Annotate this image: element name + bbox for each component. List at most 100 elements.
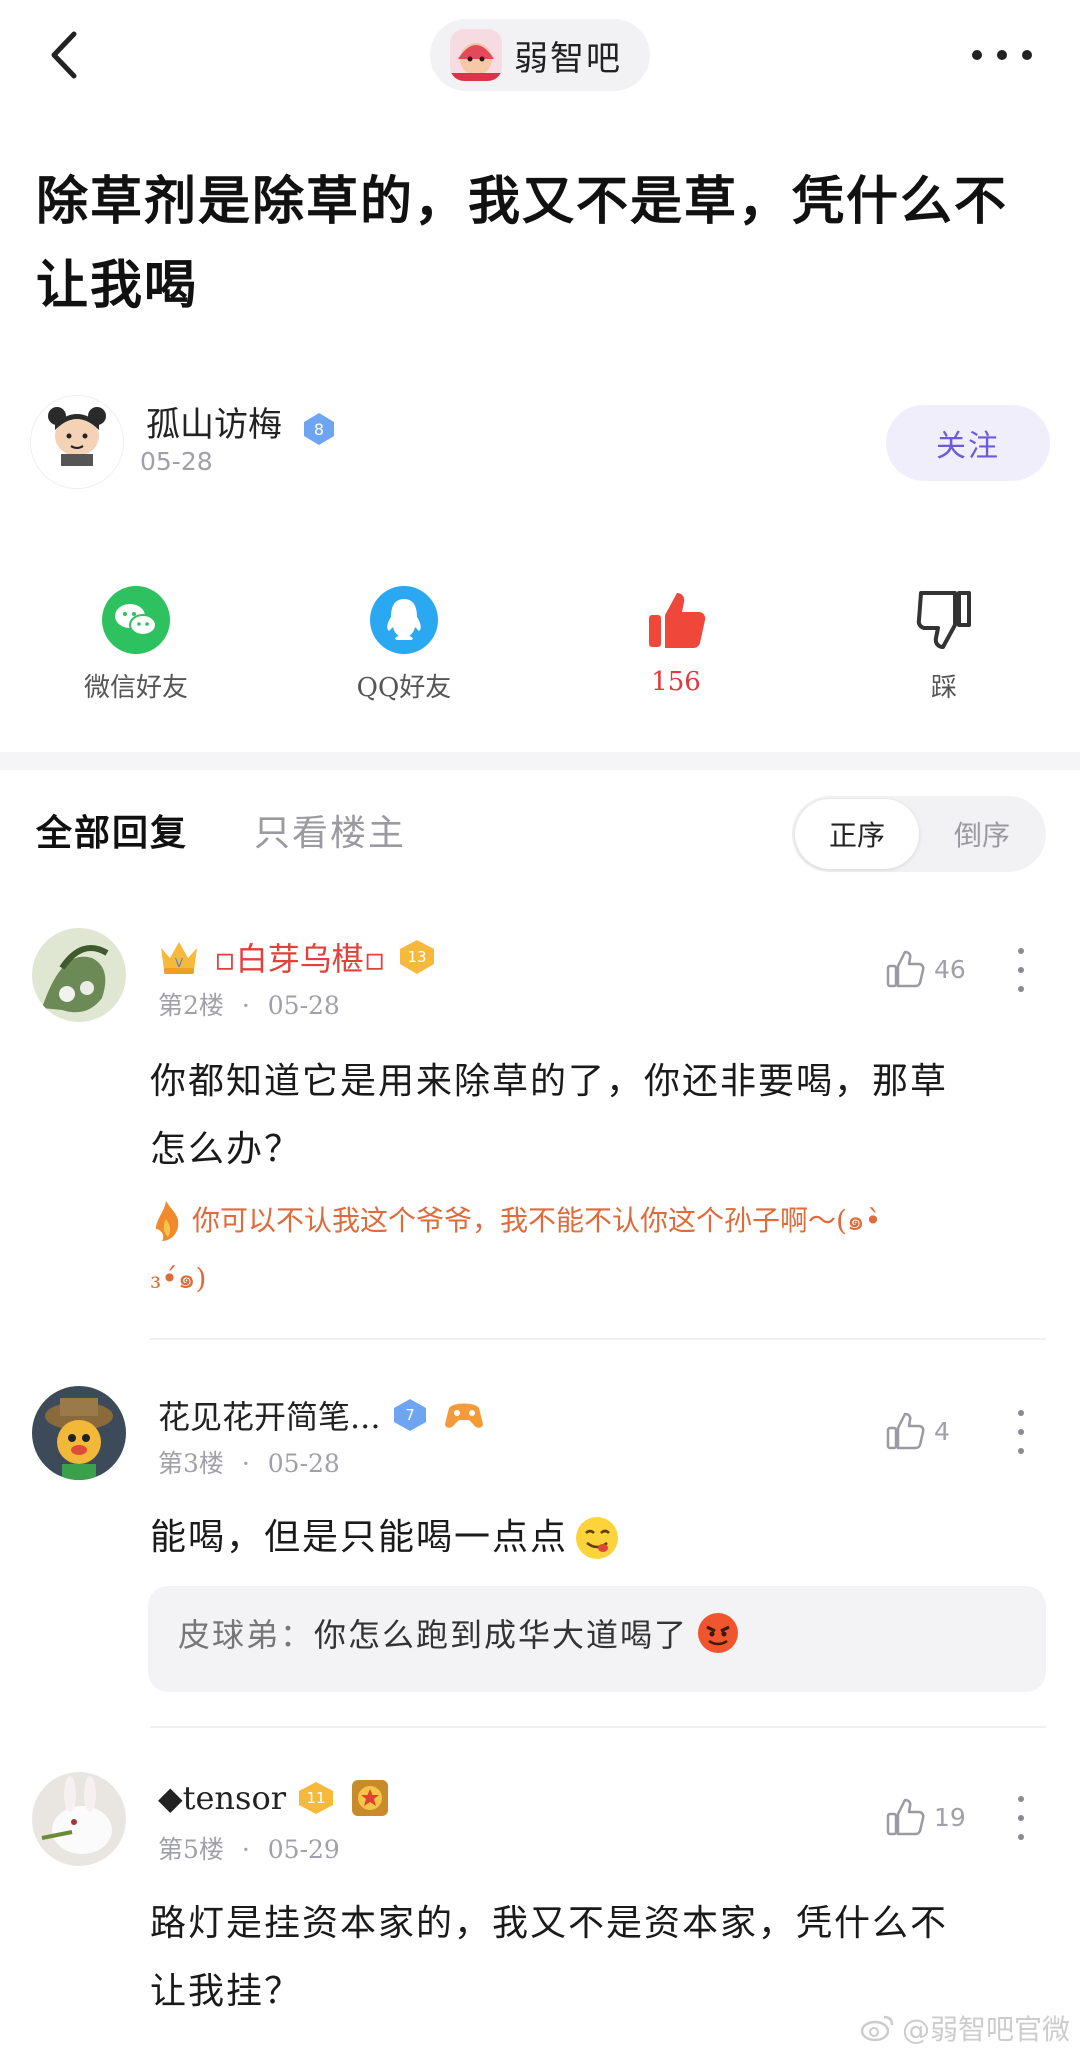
- comment-signature: 你可以不认我这个爷爷，我不能不认你这个孙子啊～(๑•̀ ₃•́๑): [150, 1192, 1030, 1308]
- comment-more-icon[interactable]: [1016, 1410, 1026, 1454]
- author-name-text: 孤山访梅: [146, 405, 282, 445]
- sub-reply-user: 皮球弟：: [178, 1616, 315, 1654]
- comment-more-icon[interactable]: [1016, 948, 1026, 992]
- forum-pill[interactable]: 弱智吧: [430, 19, 650, 91]
- comment-date: 05-28: [267, 1449, 340, 1478]
- level-badge-icon: 13: [397, 938, 437, 976]
- level-badge-icon: 7: [391, 1397, 429, 1433]
- comment-meta: 第2楼 · 05-28: [158, 991, 340, 1020]
- forum-avatar-icon: [450, 29, 502, 81]
- level-badge-icon: 11: [296, 1780, 336, 1816]
- like-count: 156: [651, 667, 701, 697]
- crown-badge-icon: V: [158, 938, 200, 976]
- comment-more-icon[interactable]: [1016, 1796, 1026, 1840]
- top-bar: 弱智吧: [0, 0, 1080, 110]
- author-name[interactable]: 孤山访梅 8: [146, 397, 337, 447]
- comment-author[interactable]: V ▫白芽乌椹▫ 13: [158, 934, 437, 980]
- comment-date: 05-28: [267, 991, 340, 1020]
- comment-author-name: 花见花开简笔...: [158, 1398, 381, 1436]
- comment-meta: 第3楼 · 05-28: [158, 1449, 340, 1478]
- comment-item: 花见花开简笔... 7 第3楼 · 05-28 4 能喝，但是只能喝一点点 皮球…: [0, 1386, 1080, 1728]
- author-avatar[interactable]: [30, 395, 124, 489]
- thumbs-up-icon: [886, 1798, 925, 1836]
- comment-like-count: 19: [934, 1802, 966, 1832]
- comment-like-button[interactable]: 4: [884, 1410, 950, 1452]
- comment-like-count: 46: [934, 954, 966, 984]
- tab-all-replies[interactable]: 全部回复: [36, 804, 188, 856]
- share-qq[interactable]: QQ好友: [304, 585, 504, 704]
- comment-body: 路灯是挂资本家的，我又不是资本家，凭什么不 让我挂？: [150, 1890, 948, 2026]
- share-row: 微信好友 QQ好友 156 踩: [0, 585, 1080, 715]
- weibo-logo-icon: [860, 2013, 896, 2043]
- comment-body-line: 你都知道它是用来除草的了，你还非要喝，那草: [150, 1061, 949, 1102]
- thumbs-up-filled-icon: [641, 585, 711, 655]
- comment-avatar[interactable]: [32, 1772, 126, 1866]
- comment-author[interactable]: 花见花开简笔... 7: [158, 1392, 485, 1438]
- game-badge-icon: [443, 1398, 485, 1432]
- star-medal-icon: [350, 1778, 390, 1818]
- comment-avatar[interactable]: [32, 1386, 126, 1480]
- comment-like-count: 4: [934, 1416, 950, 1446]
- svg-text:7: 7: [405, 1406, 415, 1424]
- comment-author[interactable]: ◆tensor 11: [158, 1778, 390, 1818]
- share-wechat-label: 微信好友: [83, 673, 188, 703]
- comment-body: 你都知道它是用来除草的了，你还非要喝，那草 怎么办？: [150, 1048, 948, 1184]
- forum-name: 弱智吧: [514, 38, 622, 79]
- qq-icon: [369, 585, 439, 655]
- level-badge-icon: 8: [301, 407, 337, 447]
- reply-tabs: 全部回复 只看楼主 正序 倒序: [0, 790, 1080, 872]
- comment-avatar[interactable]: [32, 928, 126, 1022]
- signature-line: ₃•́๑): [150, 1262, 207, 1295]
- comment-body-line: 能喝，但是只能喝一点点: [150, 1517, 569, 1558]
- back-icon[interactable]: [40, 22, 96, 88]
- flame-icon: [150, 1199, 182, 1243]
- svg-text:8: 8: [314, 420, 324, 439]
- sort-asc-button[interactable]: 正序: [795, 799, 919, 869]
- watermark-text: @弱智吧官微: [901, 2013, 1070, 2046]
- follow-button[interactable]: 关注: [886, 405, 1050, 481]
- watermark: @弱智吧官微: [860, 2008, 1070, 2048]
- comment-body-line: 怎么办？: [150, 1129, 303, 1170]
- signature-line: 你可以不认我这个爷爷，我不能不认你这个孙子啊～(๑•̀: [192, 1204, 882, 1237]
- comment-body: 能喝，但是只能喝一点点: [150, 1504, 620, 1572]
- svg-text:V: V: [175, 956, 184, 970]
- comment-like-button[interactable]: 19: [884, 1796, 966, 1838]
- comment-separator: [150, 1338, 1046, 1340]
- comment-author-name: ◆tensor: [158, 1779, 286, 1817]
- devil-emoji-icon: [696, 1611, 740, 1655]
- floor-number: 第5楼: [158, 1835, 224, 1864]
- sort-toggle: 正序 倒序: [792, 796, 1046, 872]
- svg-text:13: 13: [408, 948, 427, 966]
- share-qq-label: QQ好友: [356, 673, 452, 703]
- comment-date: 05-29: [267, 1835, 340, 1864]
- floor-number: 第3楼: [158, 1449, 224, 1478]
- comment-body-line: 让我挂？: [150, 1971, 303, 2012]
- thumbs-up-icon: [886, 1412, 925, 1450]
- dislike-button[interactable]: 踩: [844, 585, 1044, 704]
- wechat-icon: [101, 585, 171, 655]
- more-options-icon[interactable]: [972, 40, 1032, 70]
- comment-body-line: 路灯是挂资本家的，我又不是资本家，凭什么不: [150, 1903, 949, 1944]
- sub-reply-text: 你怎么跑到成华大道喝了: [314, 1616, 689, 1654]
- share-wechat[interactable]: 微信好友: [36, 585, 236, 704]
- sort-desc-button[interactable]: 倒序: [920, 799, 1044, 869]
- floor-number: 第2楼: [158, 991, 224, 1020]
- sub-reply-box[interactable]: 皮球弟： 你怎么跑到成华大道喝了: [148, 1586, 1046, 1692]
- dislike-label: 踩: [930, 673, 957, 703]
- comment-author-name: ▫白芽乌椹▫: [214, 940, 386, 978]
- section-divider: [0, 752, 1080, 770]
- tab-op-only[interactable]: 只看楼主: [254, 804, 406, 856]
- post-title: 除草剂是除草的，我又不是草，凭什么不让我喝: [36, 171, 1009, 316]
- like-button[interactable]: 156: [576, 585, 776, 697]
- sub-reply: 皮球弟： 你怎么跑到成华大道喝了: [178, 1610, 740, 1656]
- comment-like-button[interactable]: 46: [884, 948, 966, 990]
- thumbs-up-icon: [886, 950, 925, 988]
- thumbs-down-icon: [909, 585, 979, 655]
- post-date: 05-28: [140, 447, 213, 476]
- comment-separator: [150, 1726, 1046, 1728]
- author-row: 孤山访梅 8 05-28 关注: [30, 395, 1050, 495]
- yum-emoji-icon: [574, 1515, 620, 1561]
- comment-meta: 第5楼 · 05-29: [158, 1835, 340, 1864]
- comment-item: V ▫白芽乌椹▫ 13 第2楼 · 05-28 46 你都知道它是用来除草的了，…: [0, 928, 1080, 1348]
- svg-text:11: 11: [306, 1789, 325, 1807]
